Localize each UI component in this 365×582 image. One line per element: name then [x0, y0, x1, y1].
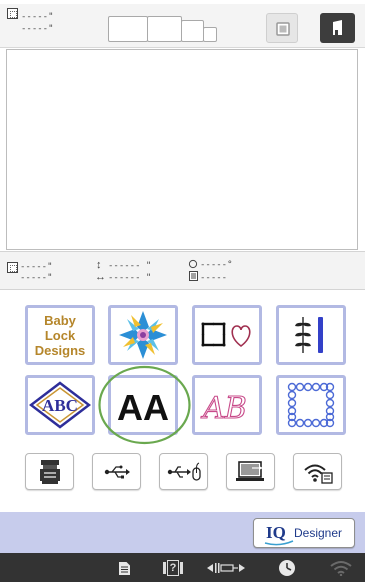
- stitch-count-icon: [189, 271, 198, 281]
- wireless-button[interactable]: [293, 453, 342, 490]
- document-icon[interactable]: [118, 561, 131, 576]
- decorative-alphabet-text: AB: [200, 391, 247, 426]
- usb-icon: [104, 465, 130, 478]
- home-icon: [333, 20, 342, 35]
- designer-label: Designer: [294, 526, 343, 540]
- design-canvas[interactable]: [6, 49, 358, 250]
- position-x: -----": [20, 262, 53, 272]
- thread-tension-icon[interactable]: [207, 562, 245, 574]
- monogram-icon: ABC: [29, 381, 91, 429]
- help-icon: ?: [167, 560, 179, 576]
- design-size-width: -----": [21, 12, 54, 22]
- hoop-size-medium: [147, 16, 182, 42]
- frame-heart-icon: [201, 322, 251, 348]
- design-size-icon: [7, 8, 18, 19]
- baby-lock-label-line1: Baby Lock: [44, 312, 76, 343]
- hoop-size-large: [108, 16, 148, 42]
- usb-button[interactable]: [92, 453, 141, 490]
- stitch-count: -----: [200, 273, 228, 283]
- quilt-pattern-button[interactable]: [108, 305, 178, 365]
- baby-lock-label-line2: Designs: [34, 342, 86, 358]
- computer-button[interactable]: [226, 453, 275, 490]
- width-value: ------ ": [108, 273, 152, 283]
- iq-designer-button[interactable]: IQ Designer: [253, 518, 355, 548]
- baby-lock-designs-button[interactable]: Baby Lock Designs: [25, 305, 95, 365]
- monogram-button[interactable]: ABC: [25, 375, 95, 435]
- hoop-size-small: [181, 20, 204, 42]
- hoop-size-indicator: [108, 16, 228, 42]
- quilt-pattern-icon: [119, 311, 167, 359]
- frame-heart-button[interactable]: [192, 305, 262, 365]
- home-button[interactable]: [320, 13, 355, 43]
- monogram-text: ABC: [42, 396, 78, 415]
- height-arrow-icon: ↕: [96, 259, 102, 271]
- usb-mouse-button[interactable]: [159, 453, 208, 490]
- frame-pattern-icon: [287, 382, 335, 428]
- frame-button[interactable]: [266, 13, 298, 43]
- decorative-alphabet-icon: AB: [200, 390, 248, 426]
- hoop-size-mini: [203, 27, 217, 42]
- utility-stitch-icon: [295, 317, 323, 353]
- machine-memory-button[interactable]: [25, 453, 74, 490]
- design-size-height: -----": [21, 24, 54, 34]
- wifi-icon: [330, 561, 352, 576]
- iq-swoosh-icon: [264, 540, 294, 546]
- highlight-circle: [98, 365, 191, 445]
- help-icon-right-bracket: [180, 562, 183, 574]
- help-icon-left-bracket: [163, 562, 166, 574]
- position-y: -----": [20, 273, 53, 283]
- height-value: ------ ": [108, 261, 152, 271]
- machine-memory-icon: [39, 459, 60, 484]
- embroidery-frame-icon: [276, 22, 290, 36]
- usb-mouse-icon: [167, 462, 201, 481]
- rotation-icon: [188, 259, 198, 269]
- status-bar: ?: [0, 553, 365, 582]
- utility-stitch-button[interactable]: [276, 305, 346, 365]
- help-button[interactable]: ?: [163, 560, 183, 576]
- computer-icon: [235, 460, 264, 481]
- width-arrow-icon: ↔: [95, 271, 106, 283]
- frame-pattern-button[interactable]: [276, 375, 346, 435]
- wireless-icon: [303, 464, 333, 484]
- design-info-strip: -----" -----" ↕ ------ " ↔ ------ " ----…: [0, 251, 365, 290]
- position-icon: [7, 262, 18, 273]
- decorative-alphabet-button[interactable]: AB: [192, 375, 262, 435]
- top-bar: -----" -----": [0, 4, 365, 48]
- clock-icon[interactable]: [278, 559, 296, 577]
- rotation-value: -----°: [200, 260, 233, 270]
